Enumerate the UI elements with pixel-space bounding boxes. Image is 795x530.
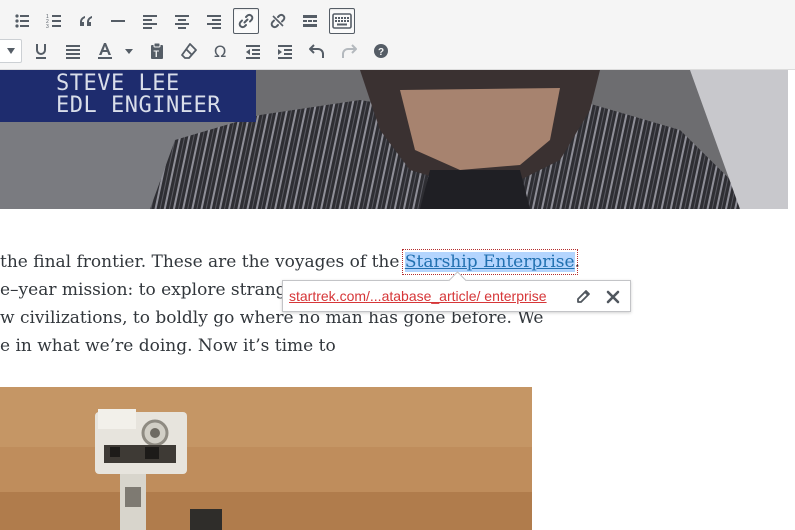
redo-icon: [340, 42, 358, 60]
text-color-button[interactable]: [92, 38, 140, 64]
indent-icon: [276, 42, 294, 60]
svg-text:?: ?: [378, 47, 384, 58]
toolbar-toggle-icon: [332, 13, 352, 29]
selected-link[interactable]: Starship Enterprise: [401, 249, 578, 275]
horizontal-line-icon: [109, 12, 127, 30]
indent-button[interactable]: [272, 38, 298, 64]
align-left-icon: [141, 12, 159, 30]
justify-button[interactable]: [60, 38, 86, 64]
text-after-link: .: [574, 252, 580, 272]
undo-icon: [308, 42, 326, 60]
paste-text-button[interactable]: T: [144, 38, 170, 64]
justify-icon: [64, 42, 82, 60]
paragraph-format-select[interactable]: [0, 39, 22, 63]
align-left-button[interactable]: [137, 8, 163, 34]
rover-illustration: [0, 387, 532, 530]
editor-toolbar: 123 T Ω?: [0, 0, 795, 70]
special-character-icon: Ω: [212, 42, 230, 60]
align-center-button[interactable]: [169, 8, 195, 34]
special-character-button[interactable]: Ω: [208, 38, 234, 64]
svg-text:T: T: [154, 49, 160, 59]
photo-caption: Steve Lee EDL Engineer: [0, 70, 256, 122]
underline-button[interactable]: [28, 38, 54, 64]
text-before-link: the final frontier. These are the voyage…: [0, 252, 405, 272]
clear-formatting-button[interactable]: [176, 38, 202, 64]
content-line-4: e in what we’re doing. Now it’s time to: [0, 336, 336, 356]
numbered-list-button[interactable]: 123: [41, 8, 67, 34]
horizontal-line-button[interactable]: [105, 8, 131, 34]
align-center-icon: [173, 12, 191, 30]
insert-link-icon: [237, 12, 255, 30]
paste-text-icon: T: [148, 42, 166, 60]
clear-formatting-icon: [180, 42, 198, 60]
align-right-button[interactable]: [201, 8, 227, 34]
undo-button[interactable]: [304, 38, 330, 64]
numbered-list-icon: 123: [45, 12, 63, 30]
chevron-down-icon: [7, 48, 15, 54]
remove-link-icon: [269, 12, 287, 30]
blockquote-icon: [77, 12, 95, 30]
align-right-icon: [205, 12, 223, 30]
svg-text:Ω: Ω: [214, 42, 226, 60]
content-line-1: the final frontier. These are the voyage…: [0, 248, 580, 276]
insert-link-button[interactable]: [233, 8, 259, 34]
mars-rover-photo: [0, 387, 532, 530]
toolbar-toggle-button[interactable]: [329, 8, 355, 34]
caption-title: EDL Engineer: [56, 93, 221, 118]
help-icon: ?: [372, 42, 390, 60]
redo-button[interactable]: [336, 38, 362, 64]
outdent-icon: [244, 42, 262, 60]
pencil-icon[interactable]: [573, 287, 593, 307]
bulleted-list-button[interactable]: [9, 8, 35, 34]
blockquote-button[interactable]: [73, 8, 99, 34]
close-icon[interactable]: [603, 287, 623, 307]
content-line-2: e–year mission: to explore strange n: [0, 280, 313, 300]
bulleted-list-icon: [13, 12, 31, 30]
caption-name: Steve Lee: [56, 71, 180, 96]
link-toolbar-popup: startrek.com/...atabase_article/ enterpr…: [282, 280, 631, 312]
outdent-button[interactable]: [240, 38, 266, 64]
read-more-button[interactable]: [297, 8, 323, 34]
help-button[interactable]: ?: [368, 38, 394, 64]
text-color-icon: [96, 42, 136, 60]
svg-text:3: 3: [46, 24, 49, 30]
remove-link-button[interactable]: [265, 8, 291, 34]
engineer-photo: Steve Lee EDL Engineer: [0, 70, 788, 209]
underline-icon: [32, 42, 50, 60]
link-url[interactable]: startrek.com/...atabase_article/ enterpr…: [289, 288, 547, 304]
read-more-icon: [301, 12, 319, 30]
